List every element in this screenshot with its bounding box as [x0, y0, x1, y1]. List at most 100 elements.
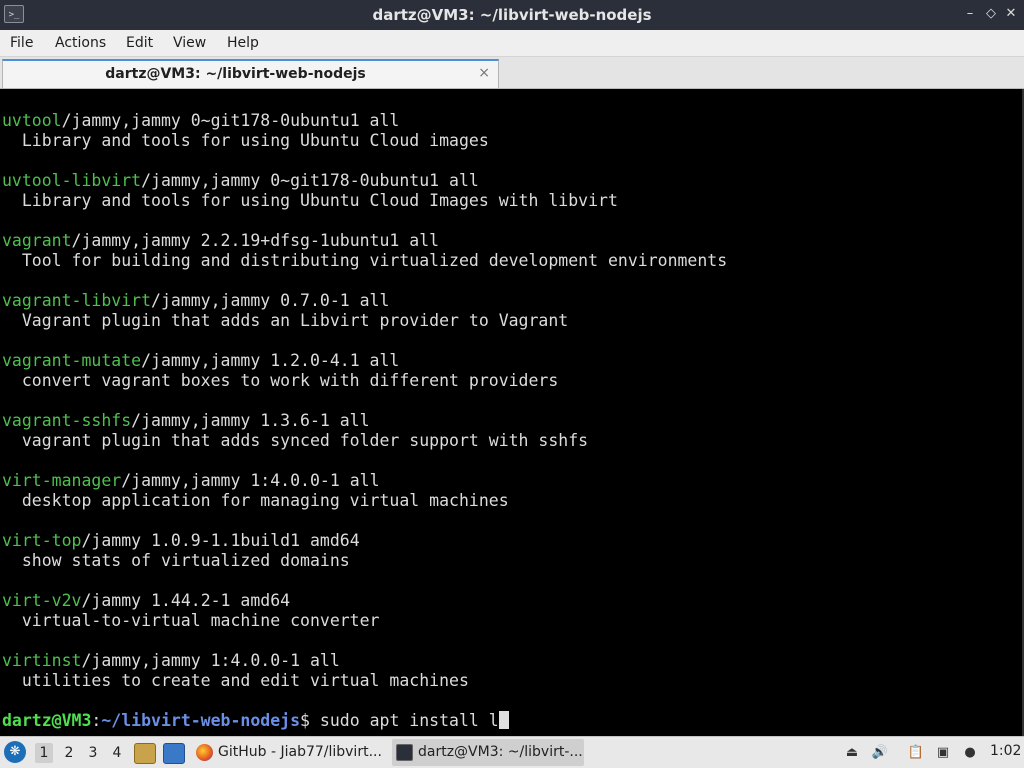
workspace-2[interactable]: 2 — [60, 743, 78, 763]
terminal-line: desktop application for managing virtual… — [2, 491, 727, 511]
task-terminal[interactable]: dartz@VM3: ~/libvirt-... — [392, 739, 584, 766]
package-version: /jammy,jammy 1:4.0.0-1 all — [121, 471, 380, 490]
package-name: virt-manager — [2, 471, 122, 490]
tab-label: dartz@VM3: ~/libvirt-web-nodejs — [105, 66, 366, 82]
terminal-line: Library and tools for using Ubuntu Cloud… — [2, 191, 727, 211]
tab-close-icon[interactable]: × — [478, 65, 490, 81]
package-version: /jammy,jammy 1.2.0-4.1 all — [141, 351, 400, 370]
taskbar: ❋ 1 2 3 4 GitHub - Jiab77/libvirt... dar… — [0, 736, 1024, 768]
menu-edit[interactable]: Edit — [126, 35, 153, 51]
terminal-text: uvtool/jammy,jammy 0~git178-0ubuntu1 all… — [2, 111, 727, 731]
terminal-line: show stats of virtualized domains — [2, 551, 727, 571]
menubar: File Actions Edit View Help — [0, 30, 1024, 57]
terminal-line: uvtool/jammy,jammy 0~git178-0ubuntu1 all — [2, 111, 727, 131]
terminal-line: vagrant-libvirt/jammy,jammy 0.7.0-1 all — [2, 291, 727, 311]
clipboard-icon[interactable]: 📋 — [907, 744, 925, 762]
package-description: vagrant plugin that adds synced folder s… — [2, 431, 589, 450]
package-description: Library and tools for using Ubuntu Cloud… — [2, 191, 618, 210]
package-description: utilities to create and edit virtual mac… — [2, 671, 469, 690]
package-name: virt-v2v — [2, 591, 82, 610]
volume-icon[interactable]: 🔊 — [871, 744, 889, 762]
clock[interactable]: 1:02 — [990, 743, 1021, 768]
terminal-line: virt-manager/jammy,jammy 1:4.0.0-1 all — [2, 471, 727, 491]
terminal-line: vagrant-sshfs/jammy,jammy 1.3.6-1 all — [2, 411, 727, 431]
prompt-line[interactable]: dartz@VM3:~/libvirt-web-nodejs$ sudo apt… — [2, 711, 727, 731]
text-cursor — [498, 711, 509, 729]
prompt-user-host: dartz@VM3 — [2, 711, 92, 730]
package-name: virt-top — [2, 531, 82, 550]
terminal-icon — [396, 744, 413, 761]
terminal-output[interactable]: uvtool/jammy,jammy 0~git178-0ubuntu1 all… — [0, 89, 1024, 736]
package-name: vagrant — [2, 231, 72, 250]
menu-actions[interactable]: Actions — [55, 35, 106, 51]
task-label: GitHub - Jiab77/libvirt... — [218, 744, 382, 760]
terminal-line: utilities to create and edit virtual mac… — [2, 671, 727, 691]
package-version: /jammy,jammy 0.7.0-1 all — [151, 291, 390, 310]
workspace-1[interactable]: 1 — [35, 743, 53, 763]
package-version: /jammy,jammy 1:4.0.0-1 all — [81, 651, 340, 670]
package-name: vagrant-libvirt — [2, 291, 152, 310]
package-description: virtual-to-virtual machine converter — [2, 611, 380, 630]
maximize-icon[interactable]: ◇ — [982, 5, 1000, 23]
terminal-line: uvtool-libvirt/jammy,jammy 0~git178-0ubu… — [2, 171, 727, 191]
prompt-separator: : — [91, 711, 102, 730]
terminal-line: Library and tools for using Ubuntu Cloud… — [2, 131, 727, 151]
package-description: show stats of virtualized domains — [2, 551, 350, 570]
package-description: Vagrant plugin that adds an Libvirt prov… — [2, 311, 569, 330]
package-name: vagrant-sshfs — [2, 411, 132, 430]
prompt-symbol: $ — [300, 711, 310, 730]
window-title: dartz@VM3: ~/libvirt-web-nodejs — [372, 6, 652, 24]
package-description: Tool for building and distributing virtu… — [2, 251, 728, 270]
minimize-icon[interactable]: – — [961, 5, 979, 23]
lxqt-menu-icon[interactable]: ❋ — [4, 741, 26, 763]
tab-bar: dartz@VM3: ~/libvirt-web-nodejs × — [0, 57, 1024, 89]
terminal-line: Tool for building and distributing virtu… — [2, 251, 727, 271]
network-icon[interactable]: ▣ — [934, 744, 952, 762]
menu-help[interactable]: Help — [227, 35, 259, 51]
terminal-line: Vagrant plugin that adds an Libvirt prov… — [2, 311, 727, 331]
menu-file[interactable]: File — [10, 35, 33, 51]
package-name: uvtool-libvirt — [2, 171, 142, 190]
package-name: virtinst — [2, 651, 82, 670]
package-description: convert vagrant boxes to work with diffe… — [2, 371, 559, 390]
package-version: /jammy,jammy 0~git178-0ubuntu1 all — [141, 171, 479, 190]
menu-view[interactable]: View — [173, 35, 206, 51]
firefox-icon — [196, 744, 213, 761]
command-input[interactable]: sudo apt install l — [310, 711, 499, 730]
package-version: /jammy,jammy 0~git178-0ubuntu1 all — [61, 111, 400, 130]
file-manager-icon[interactable] — [134, 743, 156, 764]
prompt-path: ~/libvirt-web-nodejs — [101, 711, 301, 730]
tab-terminal[interactable]: dartz@VM3: ~/libvirt-web-nodejs × — [2, 59, 499, 88]
window-titlebar[interactable]: >_ dartz@VM3: ~/libvirt-web-nodejs – ◇ ✕ — [0, 0, 1024, 30]
task-label: dartz@VM3: ~/libvirt-... — [418, 744, 583, 760]
package-version: /jammy 1.44.2-1 amd64 — [81, 591, 291, 610]
package-name: vagrant-mutate — [2, 351, 142, 370]
notifications-icon[interactable]: ● — [961, 744, 979, 762]
terminal-line: virtinst/jammy,jammy 1:4.0.0-1 all — [2, 651, 727, 671]
workspace-4[interactable]: 4 — [108, 743, 126, 763]
workspace-3[interactable]: 3 — [84, 743, 102, 763]
terminal-line: convert vagrant boxes to work with diffe… — [2, 371, 727, 391]
terminal-line: virt-top/jammy 1.0.9-1.1build1 amd64 — [2, 531, 727, 551]
package-description: Library and tools for using Ubuntu Cloud… — [2, 131, 489, 150]
package-version: /jammy 1.0.9-1.1build1 amd64 — [81, 531, 360, 550]
removable-media-icon[interactable]: ⏏ — [843, 744, 861, 762]
show-desktop-icon[interactable] — [163, 743, 185, 764]
package-name: uvtool — [2, 111, 62, 130]
terminal-line: vagrant plugin that adds synced folder s… — [2, 431, 727, 451]
terminal-line: vagrant/jammy,jammy 2.2.19+dfsg-1ubuntu1… — [2, 231, 727, 251]
close-icon[interactable]: ✕ — [1002, 5, 1020, 23]
terminal-line: virtual-to-virtual machine converter — [2, 611, 727, 631]
task-firefox[interactable]: GitHub - Jiab77/libvirt... — [192, 739, 387, 766]
package-version: /jammy,jammy 1.3.6-1 all — [131, 411, 370, 430]
